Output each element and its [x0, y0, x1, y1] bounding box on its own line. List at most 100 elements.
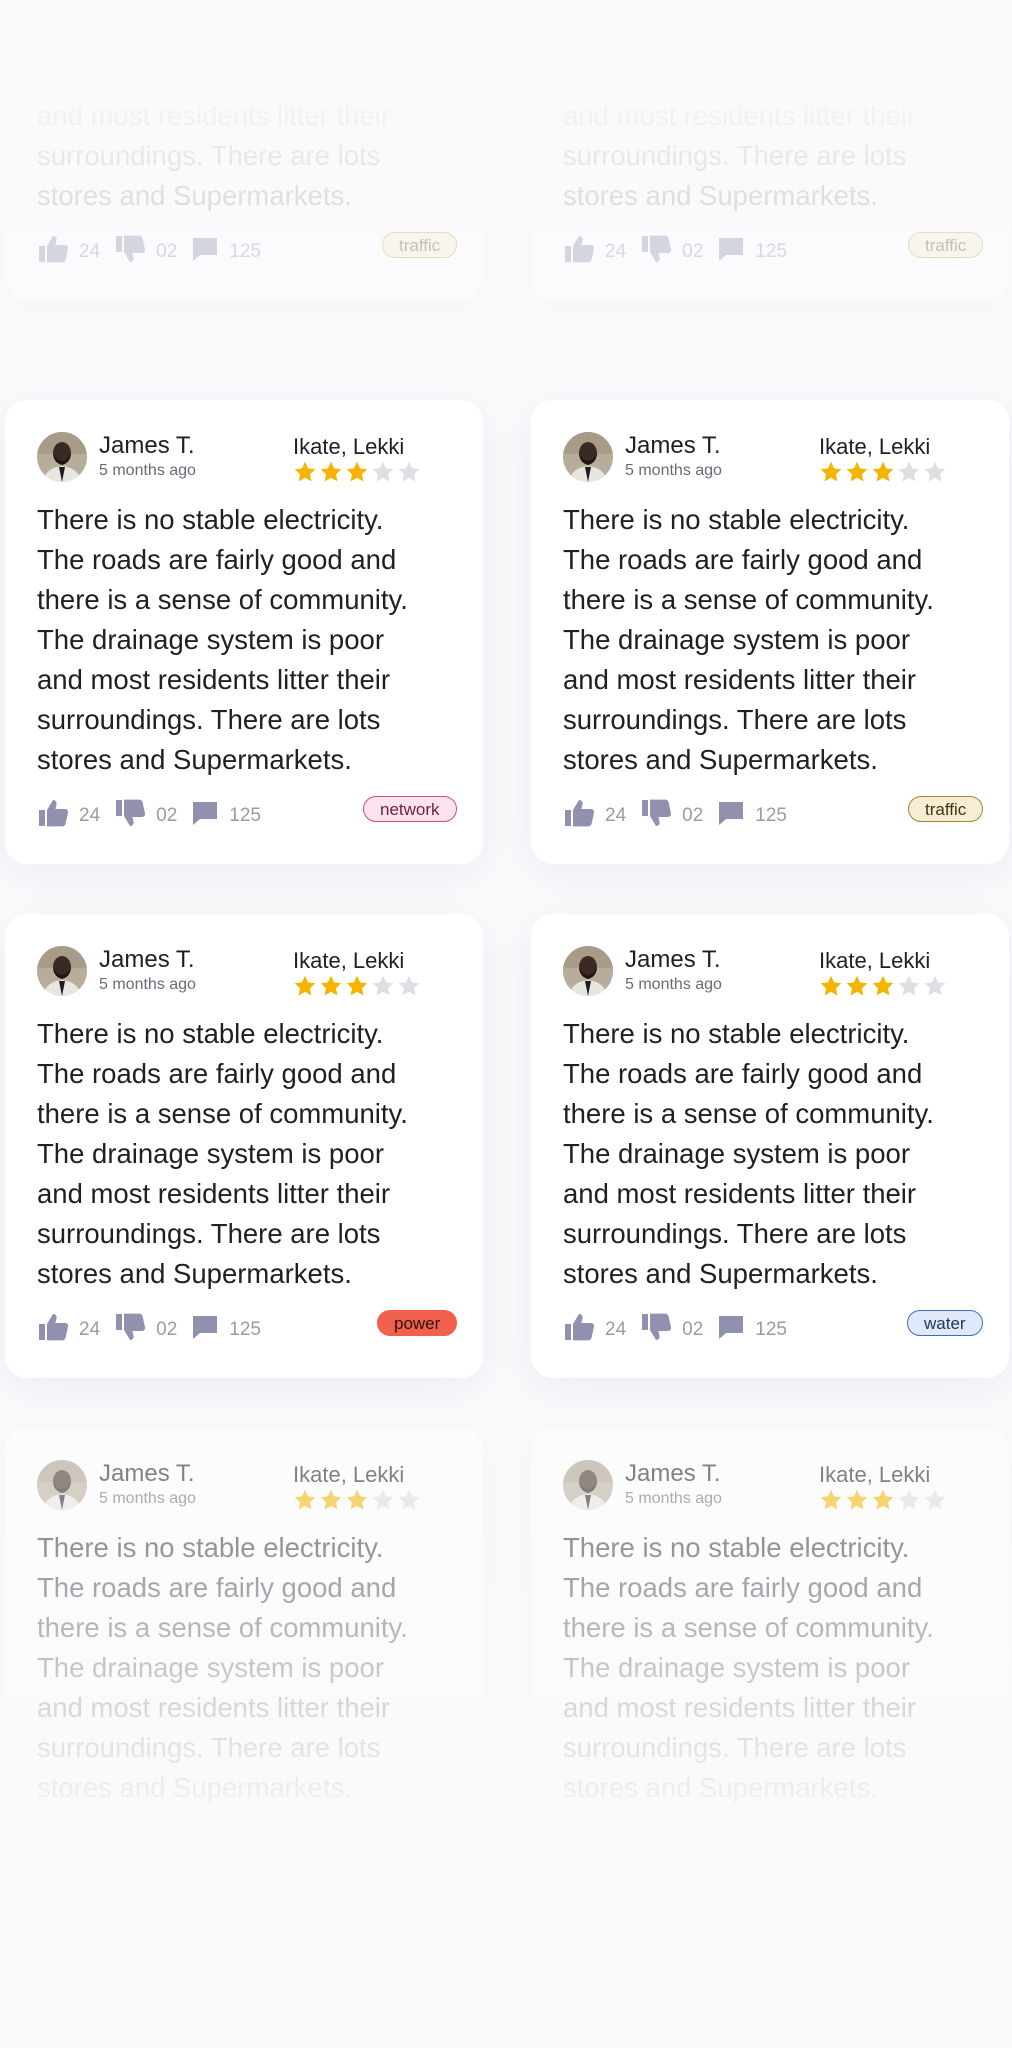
avatar[interactable] [563, 1460, 613, 1510]
comment-button[interactable]: 125 [717, 799, 787, 833]
review-text: There is no stable electricity. The road… [37, 504, 408, 775]
comment-button[interactable]: 125 [717, 1827, 787, 1861]
review-card[interactable]: James T. 5 months ago Ikate, Lekki There… [531, 0, 1009, 300]
dislike-count: 02 [156, 1833, 178, 1854]
category-tag[interactable]: traffic [908, 796, 984, 822]
comment-button[interactable]: 125 [191, 235, 261, 269]
dislike-button[interactable]: 02 [640, 798, 703, 834]
dislike-button[interactable]: 02 [114, 1826, 177, 1862]
review-time: 5 months ago [99, 976, 196, 993]
avatar[interactable] [563, 432, 613, 482]
dislike-button[interactable]: 02 [114, 1312, 177, 1348]
review-location: Ikate, Lekki [819, 434, 931, 459]
star-filled-icon [871, 460, 895, 486]
review-actions: 24 02 125 [37, 1826, 275, 1862]
reviewer-name[interactable]: James T. [625, 1460, 721, 1488]
comment-count: 125 [755, 805, 787, 826]
reviewer-name[interactable]: James T. [99, 946, 195, 974]
comment-count: 125 [229, 805, 261, 826]
like-count: 24 [79, 241, 101, 262]
category-tag[interactable]: power [377, 1310, 458, 1336]
avatar[interactable] [37, 432, 87, 482]
comment-count: 125 [755, 1833, 787, 1854]
star-filled-icon [345, 974, 369, 1000]
review-actions: 24 02 125 [37, 234, 275, 270]
category-tag[interactable]: security [364, 1824, 457, 1850]
review-card[interactable]: James T. 5 months ago Ikate, Lekki There… [5, 0, 483, 300]
review-time: 5 months ago [625, 976, 722, 993]
like-button[interactable]: 24 [37, 1312, 100, 1348]
review-text: There is no stable electricity. The road… [563, 1018, 934, 1289]
comment-icon [191, 799, 229, 833]
category-tag[interactable]: water [907, 1310, 983, 1336]
category-tag[interactable]: traffic [382, 232, 458, 258]
like-button[interactable]: 24 [37, 234, 100, 270]
star-filled-icon [871, 974, 895, 1000]
comment-button[interactable]: 125 [717, 235, 787, 269]
review-location: Ikate, Lekki [819, 1462, 931, 1487]
like-button[interactable]: 24 [563, 234, 626, 270]
review-card[interactable]: James T. 5 months ago Ikate, Lekki There… [531, 914, 1009, 1378]
category-tag[interactable]: traffic [908, 232, 984, 258]
dislike-button[interactable]: 02 [114, 798, 177, 834]
dislike-button[interactable]: 02 [640, 234, 703, 270]
thumbs-down-icon [640, 1312, 682, 1348]
avatar[interactable] [563, 946, 613, 996]
like-button[interactable]: 24 [563, 798, 626, 834]
review-card[interactable]: James T. 5 months ago Ikate, Lekki There… [531, 1428, 1009, 1892]
thumbs-down-icon [114, 1826, 156, 1862]
comment-icon [717, 235, 755, 269]
thumbs-up-icon [563, 234, 605, 270]
star-rating [819, 1488, 947, 1514]
dislike-count: 02 [682, 1319, 704, 1340]
comment-icon [191, 1313, 229, 1347]
like-button[interactable]: 24 [563, 1312, 626, 1348]
review-actions: 24 02 125 [37, 798, 275, 834]
reviewer-name[interactable]: James T. [99, 1460, 195, 1488]
comment-button[interactable]: 125 [191, 799, 261, 833]
thumbs-up-icon [37, 1312, 79, 1348]
review-card[interactable]: James T. 5 months ago Ikate, Lekki There… [5, 914, 483, 1378]
comment-icon [191, 1827, 229, 1861]
category-tag[interactable]: network [363, 796, 457, 822]
comment-button[interactable]: 125 [191, 1827, 261, 1861]
like-button[interactable]: 24 [37, 798, 100, 834]
like-button[interactable]: 24 [563, 1826, 626, 1862]
review-card[interactable]: James T. 5 months ago Ikate, Lekki There… [5, 400, 483, 864]
like-button[interactable]: 24 [37, 1826, 100, 1862]
thumbs-up-icon [563, 1312, 605, 1348]
star-filled-icon [845, 1488, 869, 1514]
category-tag[interactable]: road [915, 1824, 984, 1850]
star-filled-icon [293, 974, 317, 1000]
comment-icon [191, 235, 229, 269]
review-text: There is no stable electricity. The road… [563, 0, 934, 211]
star-filled-icon [845, 460, 869, 486]
star-rating [293, 1488, 421, 1514]
review-actions: 24 02 125 [37, 1312, 275, 1348]
like-count: 24 [79, 1833, 101, 1854]
review-card[interactable]: James T. 5 months ago Ikate, Lekki There… [531, 400, 1009, 864]
avatar[interactable] [37, 946, 87, 996]
dislike-button[interactable]: 02 [640, 1312, 703, 1348]
review-text: There is no stable electricity. The road… [37, 1532, 408, 1803]
star-filled-icon [319, 460, 343, 486]
review-location: Ikate, Lekki [293, 434, 405, 459]
comment-button[interactable]: 125 [717, 1313, 787, 1347]
star-empty-icon [897, 974, 921, 1000]
review-actions: 24 02 125 [563, 1826, 801, 1862]
like-count: 24 [605, 1833, 627, 1854]
reviewer-name[interactable]: James T. [625, 432, 721, 460]
star-filled-icon [819, 460, 843, 486]
dislike-count: 02 [682, 805, 704, 826]
review-card[interactable]: James T. 5 months ago Ikate, Lekki There… [5, 1428, 483, 1892]
reviewer-name[interactable]: James T. [99, 432, 195, 460]
thumbs-up-icon [563, 1826, 605, 1862]
dislike-button[interactable]: 02 [640, 1826, 703, 1862]
dislike-button[interactable]: 02 [114, 234, 177, 270]
thumbs-down-icon [640, 1826, 682, 1862]
review-actions: 24 02 125 [563, 234, 801, 270]
avatar[interactable] [37, 1460, 87, 1510]
reviewer-name[interactable]: James T. [625, 946, 721, 974]
comment-count: 125 [755, 1319, 787, 1340]
comment-button[interactable]: 125 [191, 1313, 261, 1347]
